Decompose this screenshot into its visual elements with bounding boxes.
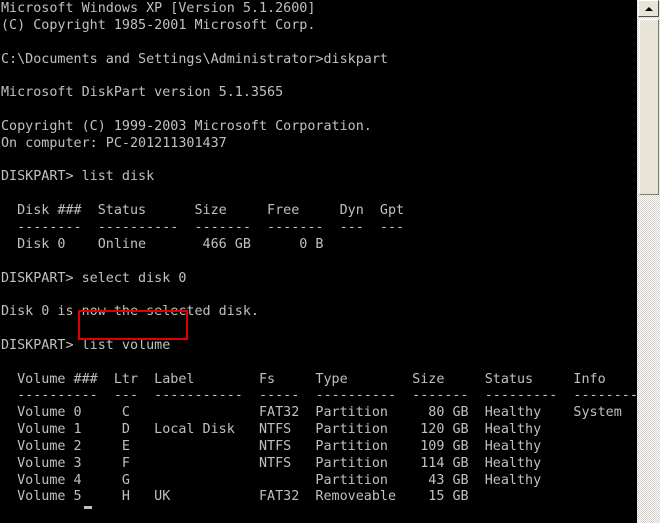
vertical-scrollbar[interactable] <box>637 0 660 523</box>
scrollbar-thumb[interactable] <box>639 19 659 195</box>
triangle-up-icon <box>644 6 653 11</box>
command-prompt-window: Microsoft Windows XP [Version 5.1.2600] … <box>0 0 660 523</box>
console-output-area[interactable]: Microsoft Windows XP [Version 5.1.2600] … <box>0 0 637 523</box>
text-cursor <box>84 506 92 509</box>
console-text: Microsoft Windows XP [Version 5.1.2600] … <box>1 1 637 505</box>
scroll-up-button[interactable] <box>638 0 659 17</box>
